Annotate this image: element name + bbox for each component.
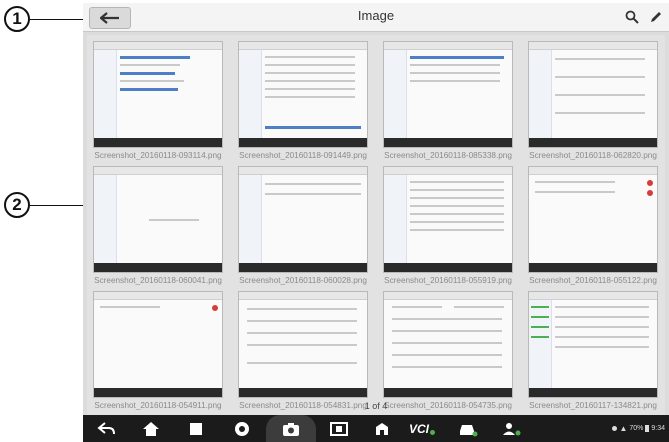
gallery-item[interactable]: Screenshot_20160118-091449.png xyxy=(238,41,368,169)
device-screen: Image Screenshot_20160118-093114.png Scr… xyxy=(83,3,669,442)
gallery-item[interactable]: Screenshot_20160118-055122.png xyxy=(528,166,658,294)
thumbnail xyxy=(383,41,513,148)
thumbnail xyxy=(383,291,513,398)
thumbnail xyxy=(528,166,658,273)
thumbnail xyxy=(528,41,658,148)
gallery-item[interactable]: Screenshot_20160118-054735.png xyxy=(383,291,513,419)
vehicle-icon[interactable] xyxy=(457,420,479,438)
gallery-item[interactable]: Screenshot_20160118-085338.png xyxy=(383,41,513,169)
back-icon[interactable] xyxy=(97,420,117,438)
pencil-icon[interactable] xyxy=(649,10,663,24)
thumbnail xyxy=(528,291,658,398)
page-indicator: 1 of 4 xyxy=(364,401,388,411)
gallery-item[interactable]: Screenshot_20160118-062820.png xyxy=(528,41,658,169)
maxifix-icon[interactable] xyxy=(373,420,391,438)
clock: 9:34 xyxy=(651,425,665,432)
callout-2-line xyxy=(30,205,88,206)
vci-label: VCI xyxy=(409,422,430,436)
gallery-item[interactable]: Screenshot_20160118-060028.png xyxy=(238,166,368,294)
thumbnail-caption: Screenshot_20160118-060028.png xyxy=(239,276,367,285)
thumbnail-caption: Screenshot_20160118-055919.png xyxy=(384,276,512,285)
vci-icon[interactable]: VCI xyxy=(409,420,436,438)
battery-icon xyxy=(645,425,650,432)
gallery-item[interactable]: Screenshot_20160118-054911.png xyxy=(93,291,223,419)
thumbnail-caption: Screenshot_20160118-085338.png xyxy=(384,151,512,160)
notification-icon xyxy=(612,426,618,431)
thumbnail-caption: Screenshot_20160118-060041.png xyxy=(94,276,222,285)
thumbnail xyxy=(238,166,368,273)
thumbnail-caption: Screenshot_20160118-093114.png xyxy=(94,151,222,160)
status-area: ▲ 70% 9:34 xyxy=(612,424,665,433)
recent-apps-icon[interactable] xyxy=(187,420,205,438)
thumbnail xyxy=(238,41,368,148)
home-icon[interactable] xyxy=(141,420,161,438)
bottom-navigation-bar: VCI ▲ 70% 9:34 xyxy=(83,415,669,442)
browser-icon[interactable] xyxy=(233,420,251,438)
gallery-item[interactable]: Screenshot_20160117-134821.png xyxy=(528,291,658,419)
search-icon[interactable] xyxy=(625,10,639,24)
thumbnail xyxy=(383,166,513,273)
thumbnail xyxy=(93,291,223,398)
thumbnail-caption: Screenshot_20160118-062820.png xyxy=(529,151,657,160)
top-toolbar: Image xyxy=(83,3,669,32)
screen-mirror-icon[interactable] xyxy=(329,420,349,438)
gallery-item[interactable]: Screenshot_20160118-093114.png xyxy=(93,41,223,169)
battery-text: 70% xyxy=(629,425,644,432)
image-gallery: Screenshot_20160118-093114.png Screensho… xyxy=(87,35,665,419)
thumbnail xyxy=(93,166,223,273)
callout-2: 2 xyxy=(4,192,30,218)
camera-icon[interactable] xyxy=(281,420,301,438)
thumbnail-caption: Screenshot_20160118-055122.png xyxy=(529,276,657,285)
wifi-icon: ▲ xyxy=(619,424,628,433)
thumbnail-caption: Screenshot_20160118-091449.png xyxy=(239,151,367,160)
gallery-item[interactable]: Screenshot_20160118-055919.png xyxy=(383,166,513,294)
callout-1: 1 xyxy=(4,6,30,32)
gallery-item[interactable]: Screenshot_20160118-060041.png xyxy=(93,166,223,294)
page-title: Image xyxy=(357,8,395,23)
callout-1-line xyxy=(30,19,86,20)
user-icon[interactable] xyxy=(501,420,523,438)
thumbnail xyxy=(93,41,223,148)
thumbnail xyxy=(238,291,368,398)
gallery-item[interactable]: Screenshot_20160118-054831.png xyxy=(238,291,368,419)
